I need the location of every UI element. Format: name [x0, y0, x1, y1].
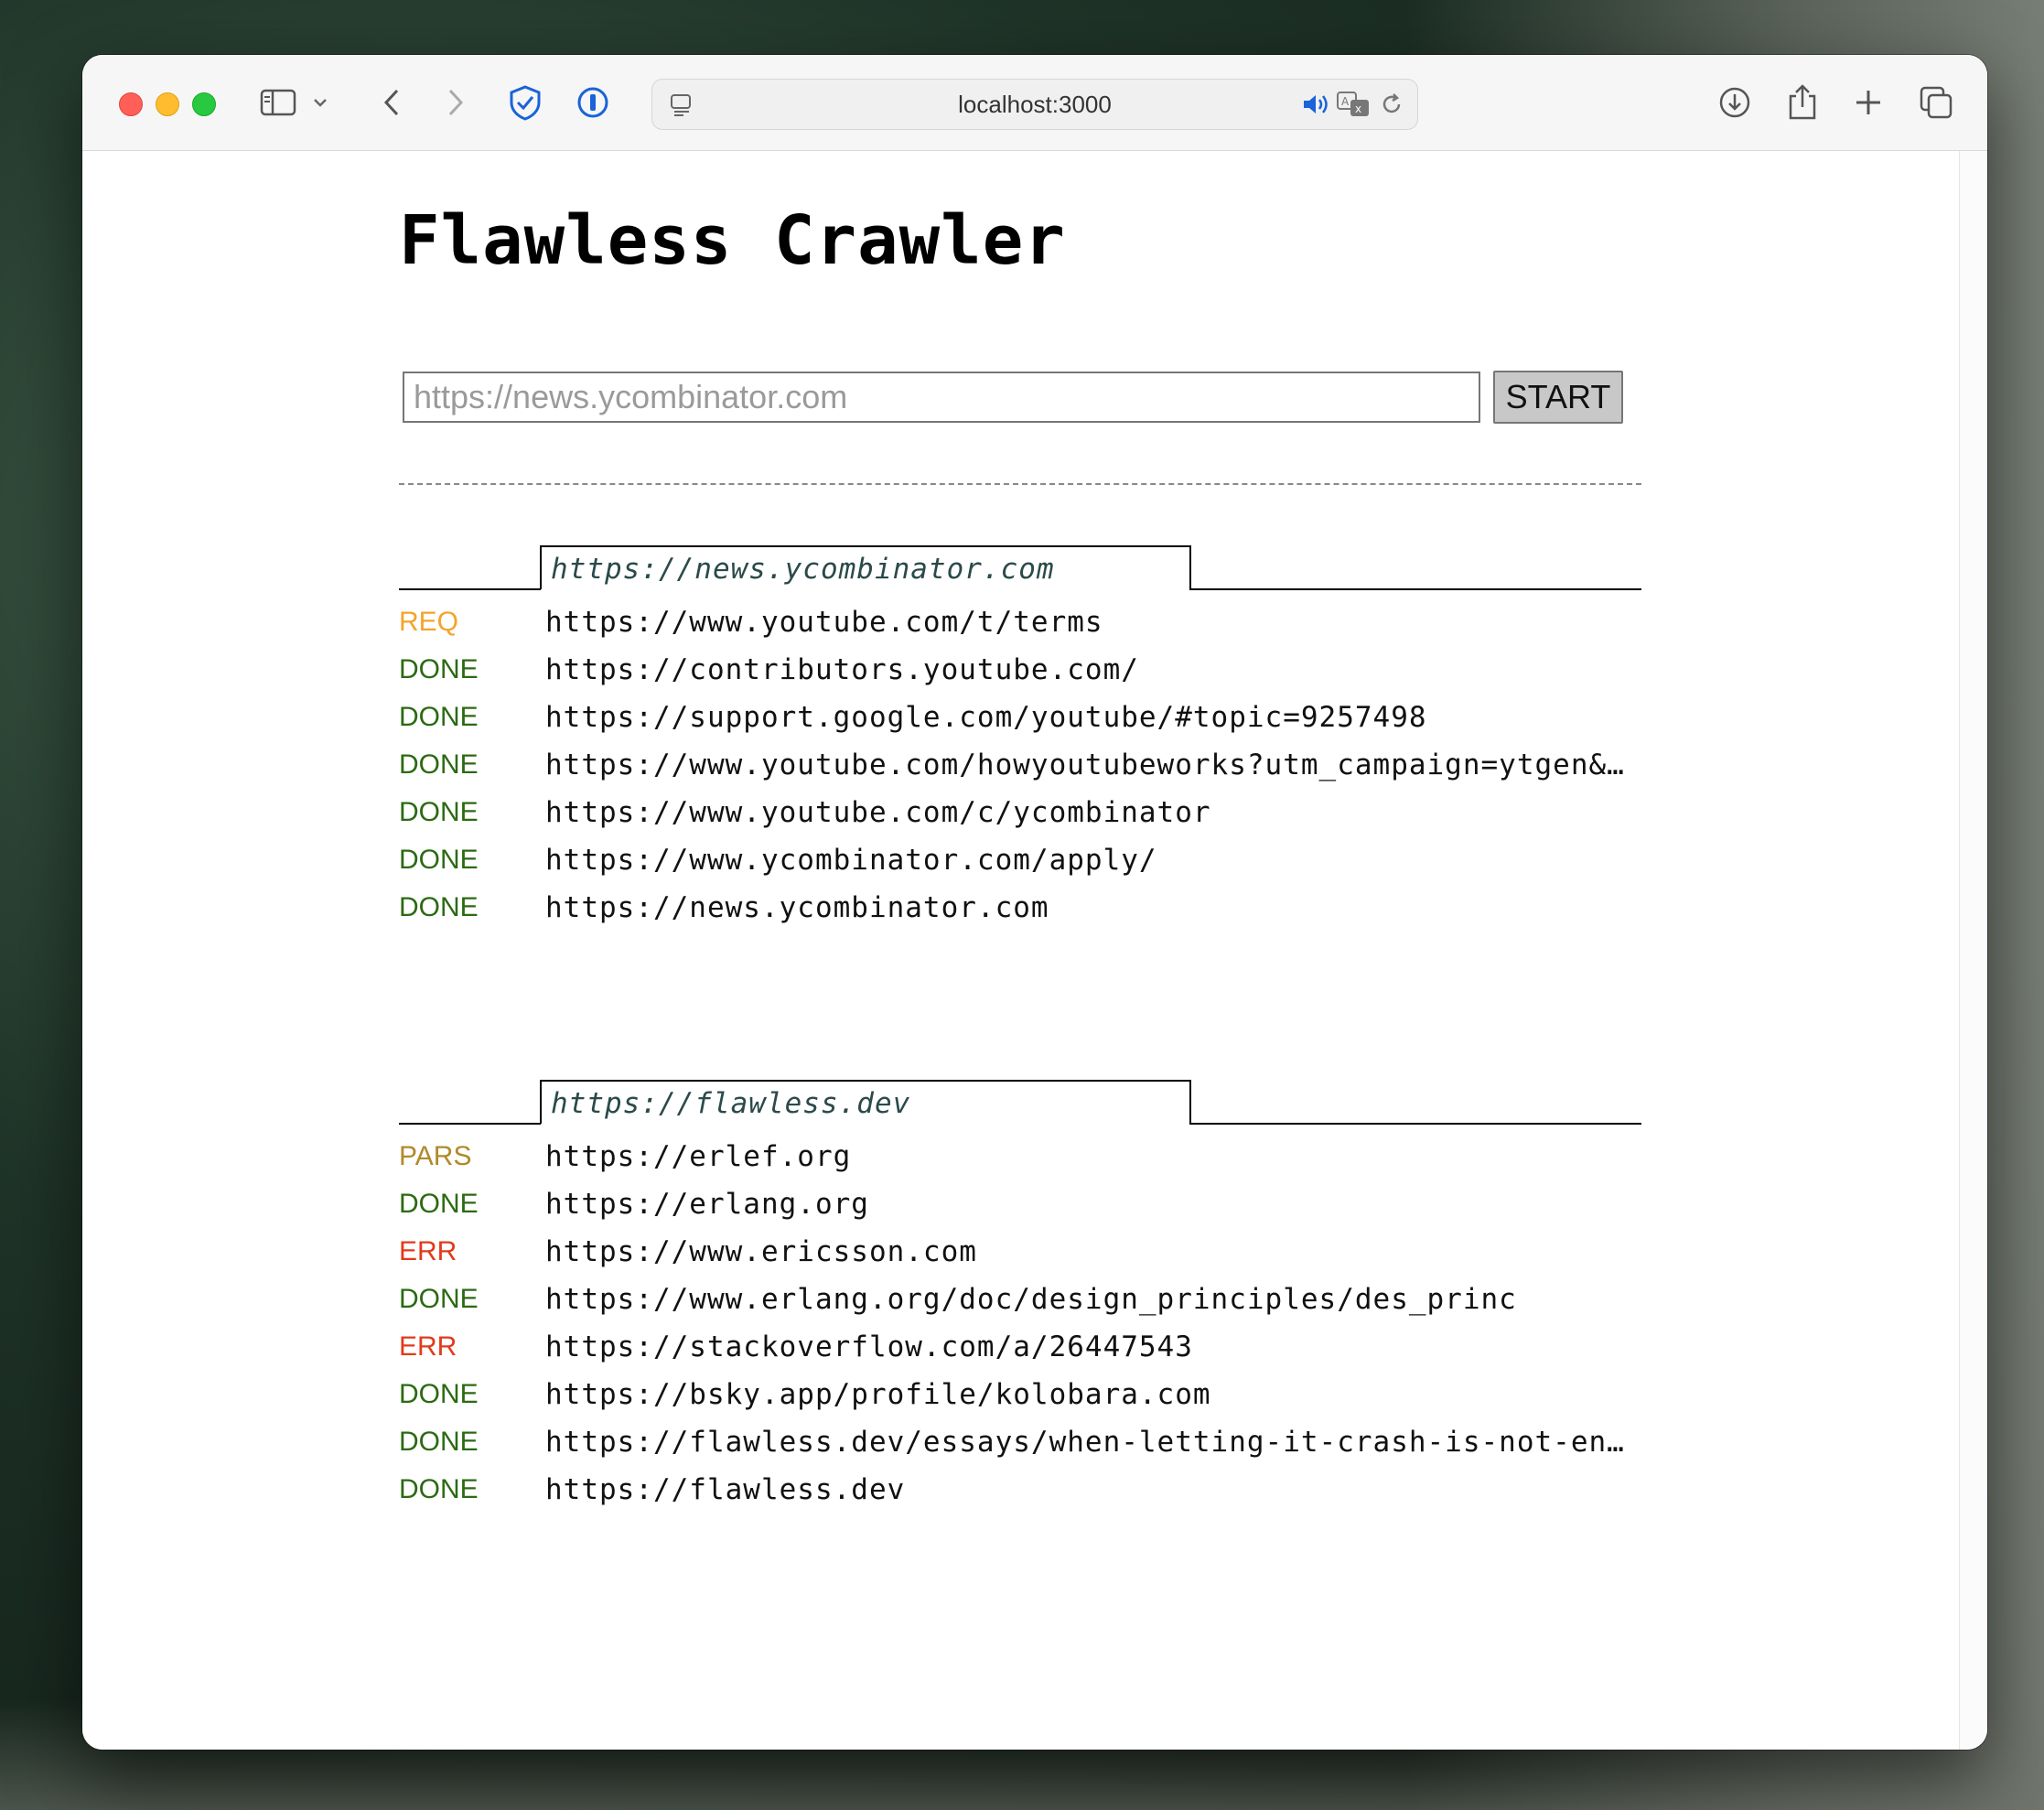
scrollbar-track[interactable]	[1959, 151, 1987, 1750]
crawled-url: https://contributors.youtube.com/	[545, 653, 1139, 686]
crawled-url: https://news.ycombinator.com	[545, 891, 1049, 924]
crawl-row: DONE https://www.ycombinator.com/apply/	[399, 836, 1641, 884]
crawl-row: PARS https://erlef.org	[399, 1133, 1641, 1180]
password-manager-icon[interactable]	[573, 82, 613, 123]
crawl-row: DONE https://bsky.app/profile/kolobara.co…	[399, 1371, 1641, 1418]
status-label: DONE	[399, 654, 479, 684]
crawled-url: https://www.ycombinator.com/apply/	[545, 844, 1157, 877]
reload-icon[interactable]	[1372, 84, 1412, 124]
status-label: DONE	[399, 1474, 479, 1504]
start-button[interactable]: START	[1493, 371, 1623, 424]
svg-text:x: x	[1355, 102, 1361, 115]
tab-overview-icon[interactable]	[1916, 82, 1956, 123]
crawl-row: ERR https://stackoverflow.com/a/26447543	[399, 1323, 1641, 1371]
crawl-root-tab: https://news.ycombinator.com	[540, 545, 1191, 589]
page-title: Flawless Crawler	[399, 201, 1066, 280]
share-icon[interactable]	[1782, 82, 1823, 123]
crawled-url: https://flawless.dev	[545, 1473, 906, 1506]
new-tab-icon[interactable]	[1848, 82, 1888, 123]
status-label: DONE	[399, 845, 479, 875]
crawled-url: https://www.youtube.com/c/ycombinator	[545, 796, 1211, 829]
crawl-row: DONE https://news.ycombinator.com	[399, 884, 1641, 932]
crawl-section: https://news.ycombinator.com REQ https://w…	[399, 544, 1641, 964]
crawled-url: https://flawless.dev/essays/when-letting…	[545, 1426, 1625, 1459]
crawled-url: https://bsky.app/profile/kolobara.com	[545, 1378, 1211, 1411]
crawl-root-tab: https://flawless.dev	[540, 1080, 1191, 1124]
forward-icon[interactable]	[436, 82, 476, 123]
maximize-window-button[interactable]	[192, 92, 216, 116]
tab-rule-left	[399, 588, 541, 590]
status-label: DONE	[399, 749, 479, 780]
browser-window: localhost:3000 Ax Flawless Crawler START	[82, 55, 1987, 1750]
crawled-url: https://erlang.org	[545, 1188, 869, 1221]
address-bar[interactable]: localhost:3000 Ax	[651, 79, 1418, 130]
crawl-row: DONE https://contributors.youtube.com/	[399, 646, 1641, 694]
crawled-url: https://support.google.com/youtube/#topi…	[545, 701, 1427, 734]
tab-rule-right	[1189, 588, 1641, 590]
shield-icon[interactable]	[505, 82, 545, 123]
status-label: DONE	[399, 1379, 479, 1409]
status-label: DONE	[399, 1189, 479, 1219]
dashed-divider	[399, 483, 1641, 485]
status-label: DONE	[399, 702, 479, 732]
status-label: ERR	[399, 1236, 457, 1266]
status-label: DONE	[399, 1427, 479, 1457]
crawl-row: REQ https://www.youtube.com/t/terms	[399, 598, 1641, 646]
back-icon[interactable]	[371, 82, 412, 123]
crawl-row: DONE https://www.erlang.org/doc/design_pr…	[399, 1276, 1641, 1323]
close-window-button[interactable]	[119, 92, 143, 116]
translate-icon[interactable]: Ax	[1333, 84, 1373, 124]
crawl-row: ERR https://www.ericsson.com	[399, 1228, 1641, 1276]
crawled-url: https://www.ericsson.com	[545, 1235, 977, 1268]
tab-rule-left	[399, 1123, 541, 1125]
crawl-row: DONE https://flawless.dev/essays/when-let…	[399, 1418, 1641, 1466]
browser-toolbar: localhost:3000 Ax	[82, 55, 1987, 151]
sidebar-toggle-icon[interactable]	[258, 82, 298, 123]
crawl-row: DONE https://www.youtube.com/c/ycombinato…	[399, 789, 1641, 836]
url-input[interactable]	[403, 372, 1480, 423]
status-label: ERR	[399, 1331, 457, 1362]
status-label: REQ	[399, 607, 459, 637]
chevron-down-icon[interactable]	[309, 82, 331, 123]
crawled-url: https://www.youtube.com/t/terms	[545, 606, 1103, 639]
status-label: DONE	[399, 892, 479, 922]
svg-text:A: A	[1341, 95, 1350, 108]
minimize-window-button[interactable]	[156, 92, 179, 116]
crawled-url: https://stackoverflow.com/a/26447543	[545, 1331, 1193, 1363]
status-label: DONE	[399, 797, 479, 827]
crawled-url: https://www.youtube.com/howyoutubeworks?…	[545, 749, 1625, 781]
crawl-row: DONE https://www.youtube.com/howyoutubewo…	[399, 741, 1641, 789]
crawl-row: DONE https://flawless.dev	[399, 1466, 1641, 1514]
crawled-url: https://erlef.org	[545, 1140, 852, 1173]
crawl-row: DONE https://erlang.org	[399, 1180, 1641, 1228]
status-label: DONE	[399, 1284, 479, 1314]
crawled-url: https://www.erlang.org/doc/design_princi…	[545, 1283, 1517, 1316]
crawl-root-url: https://news.ycombinator.com	[551, 553, 1055, 586]
status-label: PARS	[399, 1141, 472, 1171]
crawl-section: https://flawless.dev PARS https://erlef.or…	[399, 1078, 1641, 1546]
crawl-row: DONE https://support.google.com/youtube/#…	[399, 694, 1641, 741]
downloads-icon[interactable]	[1715, 82, 1755, 123]
audio-playing-icon[interactable]	[1296, 84, 1337, 124]
crawl-root-url: https://flawless.dev	[551, 1087, 911, 1120]
tab-rule-right	[1189, 1123, 1641, 1125]
